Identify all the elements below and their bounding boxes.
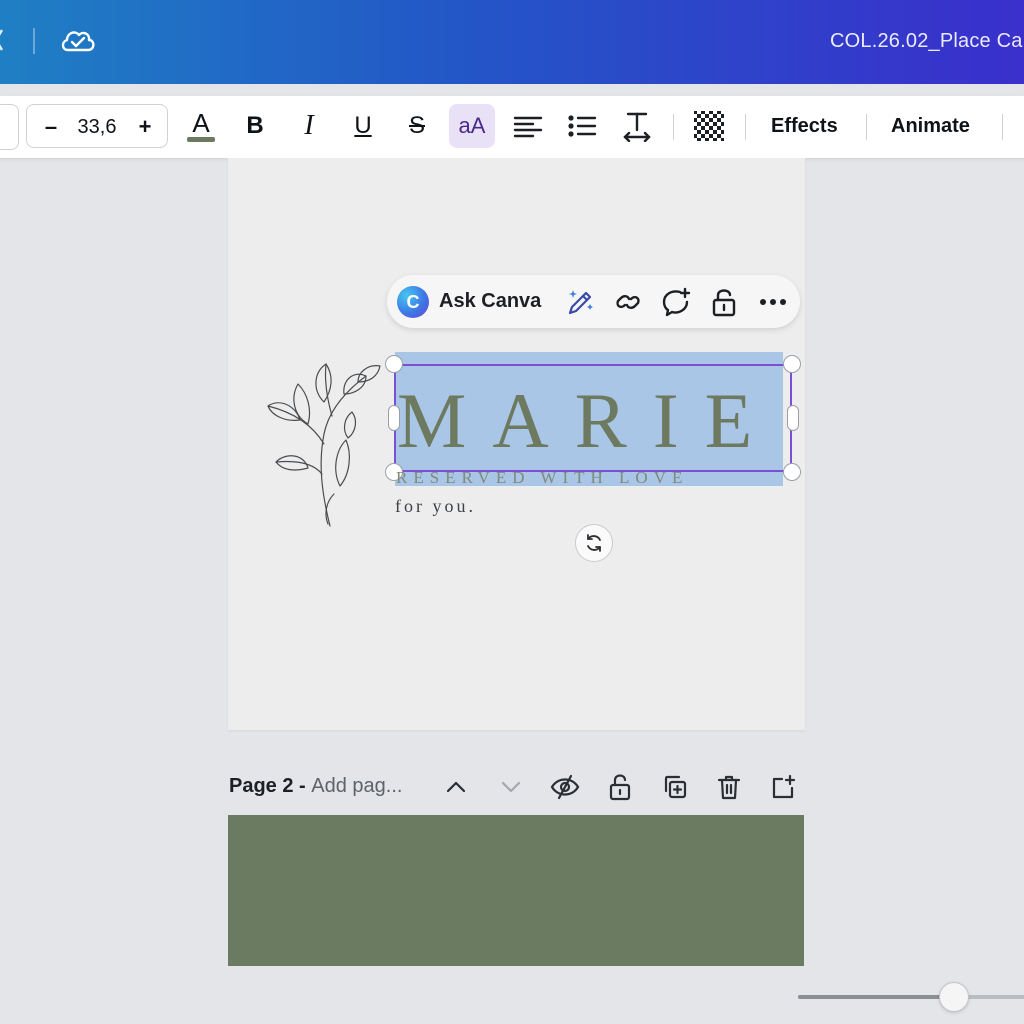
bold-button[interactable]: B	[232, 104, 278, 148]
resize-handle-top-left[interactable]	[385, 355, 403, 373]
list-button[interactable]	[559, 104, 605, 148]
selection-frame	[394, 364, 792, 472]
transparency-icon	[694, 111, 724, 141]
align-left-icon	[513, 116, 543, 138]
lock-page-icon[interactable]	[605, 772, 635, 802]
align-button[interactable]	[505, 104, 551, 148]
text-color-glyph: A	[192, 107, 210, 138]
font-size-decrease-button[interactable]: –	[37, 113, 65, 141]
page-title-input[interactable]: Add pag...	[311, 775, 402, 797]
reserved-text-element[interactable]: RESERVED WITH LOVE	[396, 468, 776, 490]
leaf-branch-illustration[interactable]	[262, 354, 384, 530]
page-2-label: Page 2 -	[229, 775, 312, 797]
zoom-slider-fill	[798, 995, 954, 999]
toolbar-separator	[745, 114, 746, 140]
lock-icon[interactable]	[707, 285, 741, 319]
toolbar-separator	[866, 114, 867, 140]
text-spacing-icon	[623, 112, 651, 142]
toolbar-separator	[1002, 114, 1003, 140]
resize-handle-top-right[interactable]	[783, 355, 801, 373]
bullet-list-icon	[568, 115, 597, 137]
more-options-icon[interactable]	[756, 285, 790, 319]
move-page-down-icon[interactable]	[496, 772, 526, 802]
document-title[interactable]: COL.26.02_Place Ca	[830, 30, 1023, 53]
top-header: COL.26.02_Place Ca	[0, 0, 1024, 84]
move-page-up-icon[interactable]	[441, 772, 471, 802]
bold-icon: B	[246, 112, 264, 139]
italic-button[interactable]: I	[286, 104, 332, 148]
resize-handle-bottom-right[interactable]	[783, 463, 801, 481]
resize-handle-right[interactable]	[787, 405, 799, 431]
italic-icon: I	[304, 110, 314, 141]
for-you-text-element[interactable]: for you.	[395, 496, 476, 517]
add-comment-icon[interactable]	[659, 285, 693, 319]
font-size-stepper: – 33,6 +	[26, 104, 168, 148]
rotate-icon	[587, 534, 601, 552]
spacing-button[interactable]	[614, 104, 660, 148]
letter-case-button[interactable]: aA	[449, 104, 495, 148]
text-toolbar: – 33,6 + A B I U S aA Effects Animate	[0, 96, 1024, 159]
header-divider	[33, 28, 35, 54]
strikethrough-button[interactable]: S	[394, 104, 440, 148]
rotate-handle[interactable]	[575, 524, 613, 562]
letter-case-icon: aA	[458, 113, 486, 138]
toolbar-separator	[673, 114, 674, 140]
magic-write-icon[interactable]	[563, 285, 597, 319]
ask-canva-button[interactable]: Ask Canva	[439, 275, 541, 328]
ask-canva-toolbar: C Ask Canva	[387, 275, 800, 328]
cloud-saved-icon[interactable]	[58, 24, 98, 56]
strikethrough-icon: S	[408, 112, 425, 139]
font-family-dropdown[interactable]	[0, 104, 19, 150]
text-color-button[interactable]: A	[178, 104, 224, 148]
design-page-2[interactable]	[228, 815, 804, 966]
font-size-increase-button[interactable]: +	[131, 113, 159, 141]
delete-page-icon[interactable]	[714, 772, 744, 802]
zoom-slider-thumb[interactable]	[939, 982, 969, 1012]
text-color-icon: A	[187, 107, 215, 142]
transparency-button[interactable]	[686, 104, 732, 148]
duplicate-page-icon[interactable]	[660, 772, 690, 802]
underline-icon: U	[354, 112, 372, 139]
hide-page-icon[interactable]	[550, 772, 580, 802]
resize-handle-left[interactable]	[388, 405, 400, 431]
link-icon[interactable]	[611, 285, 645, 319]
effects-button[interactable]: Effects	[771, 104, 838, 148]
page-2-title[interactable]: Page 2 - Add pag...	[229, 775, 402, 798]
animate-button[interactable]: Animate	[891, 104, 970, 148]
text-color-swatch	[187, 136, 215, 142]
add-page-icon[interactable]	[768, 772, 798, 802]
underline-button[interactable]: U	[340, 104, 386, 148]
font-size-input[interactable]: 33,6	[67, 113, 127, 141]
chevron-left-icon[interactable]	[0, 26, 4, 54]
canva-ai-logo-icon[interactable]: C	[397, 286, 429, 318]
